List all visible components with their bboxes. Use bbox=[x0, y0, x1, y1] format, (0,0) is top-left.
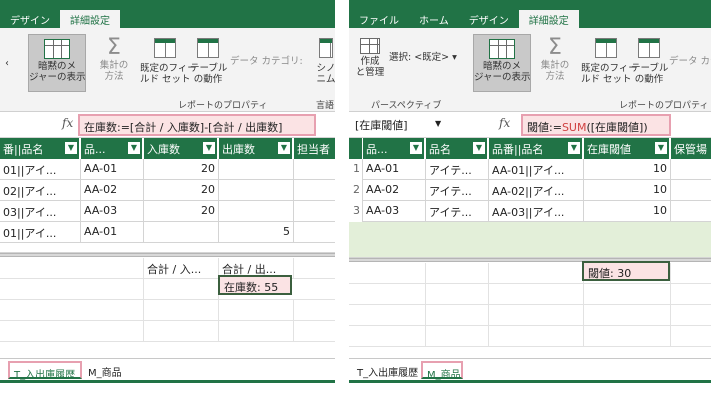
name-box[interactable]: [在庫閾値] ▼ bbox=[355, 117, 455, 133]
tab-file[interactable]: ファイル bbox=[349, 10, 409, 28]
table-measure-icon bbox=[489, 39, 515, 59]
status-bar bbox=[349, 380, 711, 394]
sigma-icon: Σ bbox=[107, 35, 121, 60]
left-powerpivot-window: デザイン 詳細設定 ‹ 暗黙のメ ジャーの表示 Σ 集計の 方法 既定のフィー … bbox=[0, 0, 335, 394]
filter-dropdown-icon[interactable]: ▼ bbox=[473, 142, 485, 154]
table-row[interactable]: 03||アイ... AA-03 20 bbox=[0, 201, 335, 222]
title-bar bbox=[349, 0, 711, 10]
group-reporting-properties: レポートのプロパティ bbox=[619, 101, 709, 111]
tab-design[interactable]: デザイン bbox=[0, 10, 60, 28]
column-header-owner[interactable]: 担当者 bbox=[294, 138, 335, 159]
table-row[interactable]: 3 AA-03 アイテ... AA-03||アイ... 10 bbox=[349, 201, 711, 222]
sheet-tab-items[interactable]: M_商品 bbox=[84, 361, 126, 379]
sheet-tab-transactions[interactable]: T_入出庫履歴 bbox=[353, 361, 422, 379]
status-bar bbox=[0, 380, 335, 394]
fx-icon: fx bbox=[62, 116, 74, 130]
ribbon: ‹ 暗黙のメ ジャーの表示 Σ 集計の 方法 既定のフィー ルド セット テーブ… bbox=[0, 28, 335, 112]
header-row: 番||品名 ▼ 品... ▼ 入庫数 ▼ 出庫数 ▼ 担当者 bbox=[0, 138, 335, 159]
empty-row bbox=[0, 243, 335, 253]
column-header-code[interactable]: 品... ▼ bbox=[363, 138, 425, 159]
filter-dropdown-icon[interactable]: ▼ bbox=[65, 142, 77, 154]
filter-dropdown-icon[interactable]: ▼ bbox=[278, 142, 290, 154]
tab-design[interactable]: デザイン bbox=[459, 10, 519, 28]
group-perspectives: パースペクティブ bbox=[371, 101, 442, 111]
tab-home[interactable]: ホーム bbox=[409, 10, 459, 28]
table-row[interactable]: 01||アイ... AA-01 20 bbox=[0, 159, 335, 180]
table-row[interactable]: 02||アイ... AA-02 20 bbox=[0, 180, 335, 201]
perspective-select-dropdown[interactable]: 選択: <既定> ▾ bbox=[389, 52, 457, 63]
measure-threshold[interactable]: 閾値: 30 bbox=[582, 261, 670, 281]
sheet-tabs: T_入出庫履歴 M_商品 bbox=[349, 358, 711, 381]
table-behavior-button[interactable]: テーブル の動作 bbox=[631, 36, 668, 85]
header-row: 品... ▼ 品名 ▼ 品番||品名 ▼ 在庫閾値 ▼ 保管場 bbox=[349, 138, 711, 159]
summarize-by-button[interactable]: Σ 集計の 方法 bbox=[94, 35, 134, 83]
table-measure-icon bbox=[44, 39, 70, 59]
field-set-icon bbox=[595, 38, 617, 58]
formula-input[interactable]: 在庫数:=[合計 / 入庫数]-[合計 / 出庫数] bbox=[78, 114, 316, 136]
table-behavior-icon bbox=[638, 38, 660, 58]
ribbon: 作成 と管理 選択: <既定> ▾ パースペクティブ 暗黙のメ ジャーの表示 Σ… bbox=[349, 28, 711, 112]
default-field-set-button[interactable]: 既定のフィー ルド セット bbox=[581, 36, 638, 85]
formula-bar: [在庫閾値] ▼ fx 閾値:=SUM([在庫閾値]) bbox=[349, 112, 711, 138]
table-behavior-icon bbox=[197, 38, 219, 58]
fx-icon: fx bbox=[499, 116, 511, 130]
default-field-set-button[interactable]: 既定のフィー ルド セット bbox=[140, 36, 197, 85]
sheet-tab-transactions[interactable]: T_入出庫履歴 bbox=[8, 361, 82, 381]
column-header-code[interactable]: 品... ▼ bbox=[81, 138, 143, 159]
column-header-location[interactable]: 保管場 bbox=[671, 138, 711, 159]
new-row-area[interactable] bbox=[349, 222, 711, 258]
synonyms-icon bbox=[319, 38, 333, 58]
measure-sum-in[interactable]: 合計 / 入... bbox=[144, 258, 219, 279]
select-all-corner[interactable] bbox=[349, 138, 363, 159]
column-header-code-name[interactable]: 品番||品名 ▼ bbox=[489, 138, 583, 159]
table-row[interactable]: 2 AA-02 アイテ... AA-02||アイ... 10 bbox=[349, 180, 711, 201]
sigma-icon: Σ bbox=[548, 35, 562, 60]
group-reporting-properties: レポートのプロパティ bbox=[178, 101, 268, 111]
formula-bar: fx 在庫数:=[合計 / 入庫数]-[合計 / 出庫数] bbox=[0, 112, 335, 138]
filter-dropdown-icon[interactable]: ▼ bbox=[655, 142, 667, 154]
filter-dropdown-icon[interactable]: ▼ bbox=[128, 142, 140, 154]
column-header-out-qty[interactable]: 出庫数 ▼ bbox=[219, 138, 293, 159]
column-header-name[interactable]: 品名 ▼ bbox=[426, 138, 488, 159]
perspective-icon bbox=[360, 38, 380, 54]
show-implicit-measures-button[interactable]: 暗黙のメ ジャーの表示 bbox=[473, 34, 531, 92]
show-implicit-measures-button[interactable]: 暗黙のメ ジャーの表示 bbox=[28, 34, 86, 92]
column-header-item-name[interactable]: 番||品名 ▼ bbox=[0, 138, 80, 159]
field-set-icon bbox=[154, 38, 176, 58]
summarize-by-button[interactable]: Σ 集計の 方法 bbox=[535, 35, 575, 83]
group-language: 言語 bbox=[316, 101, 335, 111]
ribbon-tabs: デザイン 詳細設定 bbox=[0, 10, 335, 28]
table-behavior-button[interactable]: テーブル の動作 bbox=[190, 36, 227, 85]
tab-advanced[interactable]: 詳細設定 bbox=[60, 10, 120, 28]
table-row[interactable]: 1 AA-01 アイテ... AA-01||アイ... 10 bbox=[349, 159, 711, 180]
table-row[interactable]: 01||アイ... AA-01 5 bbox=[0, 222, 335, 243]
tab-advanced[interactable]: 詳細設定 bbox=[518, 10, 579, 28]
ribbon-tabs: ファイル ホーム デザイン 詳細設定 bbox=[349, 10, 711, 28]
measure-stock-qty[interactable]: 在庫数: 55 bbox=[218, 275, 292, 295]
title-bar bbox=[0, 0, 335, 10]
filter-dropdown-icon[interactable]: ▼ bbox=[410, 142, 422, 154]
sheet-tabs: T_入出庫履歴 M_商品 bbox=[0, 358, 335, 381]
create-and-manage-button[interactable]: 作成 と管理 bbox=[353, 36, 387, 78]
chevron-down-icon[interactable]: ▼ bbox=[435, 119, 441, 128]
data-category-dropdown[interactable]: データ カテ bbox=[669, 56, 711, 67]
formula-input[interactable]: 閾値:=SUM([在庫閾値]) bbox=[521, 114, 671, 136]
chevron-down-icon: ▾ bbox=[452, 52, 457, 63]
sheet-tab-items[interactable]: M_商品 bbox=[421, 361, 463, 381]
ribbon-scroll-left[interactable]: ‹ bbox=[2, 58, 12, 69]
filter-dropdown-icon[interactable]: ▼ bbox=[203, 142, 215, 154]
column-header-in-qty[interactable]: 入庫数 ▼ bbox=[144, 138, 218, 159]
synonyms-button[interactable]: シノ ニム bbox=[314, 36, 335, 85]
filter-dropdown-icon[interactable]: ▼ bbox=[568, 142, 580, 154]
column-header-threshold[interactable]: 在庫閾値 ▼ bbox=[584, 138, 670, 159]
calculation-area-splitter[interactable] bbox=[0, 253, 335, 257]
data-category-dropdown[interactable]: データ カテゴリ: bbox=[230, 56, 303, 67]
right-powerpivot-window: ファイル ホーム デザイン 詳細設定 作成 と管理 選択: <既定> ▾ パース… bbox=[349, 0, 711, 394]
